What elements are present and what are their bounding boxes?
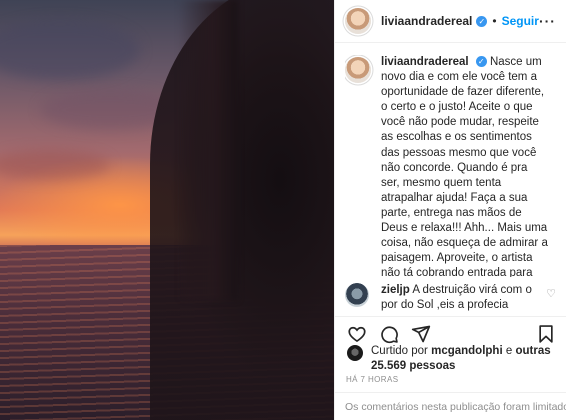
follow-button[interactable]: Seguir: [502, 14, 539, 28]
comment-item: zieljp A destruição virá com o por do So…: [345, 283, 556, 313]
likes-and: e: [505, 345, 513, 357]
instagram-post: liviaandradereal ✓ • Seguir ··· liviaand…: [0, 0, 566, 420]
likes-summary: Curtido por mcgandolphi e outras 25.569 …: [347, 344, 556, 374]
caption-body: Nasce um novo dia e com ele você tem a o…: [381, 56, 548, 277]
comment-text: zieljp A destruição virá com o por do So…: [381, 283, 546, 313]
hair: [178, 0, 238, 300]
verified-badge-icon: ✓: [475, 56, 487, 68]
caption-area: liviaandradereal ✓ Nasce um novo dia e c…: [345, 55, 558, 277]
likes-text: Curtido por mcgandolphi e outras 25.569 …: [371, 344, 556, 374]
avatar[interactable]: [345, 283, 369, 307]
avatar[interactable]: [347, 345, 363, 361]
share-icon[interactable]: [409, 322, 433, 346]
comments-limited-notice: Os comentários nesta publicação foram li…: [335, 392, 566, 420]
likes-prefix: Curtido por: [371, 345, 428, 357]
post-header: liviaandradereal ✓ • Seguir ···: [335, 0, 566, 43]
separator: •: [492, 14, 497, 28]
avatar[interactable]: [345, 57, 371, 83]
posted-time[interactable]: HÁ 7 HORAS: [346, 375, 398, 384]
sky-cloud: [0, 150, 110, 180]
avatar[interactable]: [345, 8, 371, 34]
bookmark-icon[interactable]: [534, 322, 558, 346]
action-bar: [335, 316, 566, 347]
comment-like-icon[interactable]: ♡: [546, 287, 556, 313]
post-side-panel: liviaandradereal ✓ • Seguir ··· liviaand…: [334, 0, 566, 420]
sky-cloud: [0, 20, 140, 80]
caption: liviaandradereal ✓ Nasce um novo dia e c…: [345, 55, 558, 277]
post-photo[interactable]: [0, 0, 334, 420]
comment-icon[interactable]: [377, 322, 401, 346]
caption-text: liviaandradereal ✓ Nasce um novo dia e c…: [381, 55, 549, 277]
heart-icon[interactable]: [345, 322, 369, 346]
verified-badge-icon: ✓: [476, 15, 488, 27]
more-options-icon[interactable]: ···: [539, 13, 556, 29]
likes-user[interactable]: mcgandolphi: [431, 345, 503, 357]
username[interactable]: liviaandradereal: [381, 14, 472, 28]
caption-username[interactable]: liviaandradereal: [381, 56, 469, 68]
comment-username[interactable]: zieljp: [381, 284, 410, 296]
